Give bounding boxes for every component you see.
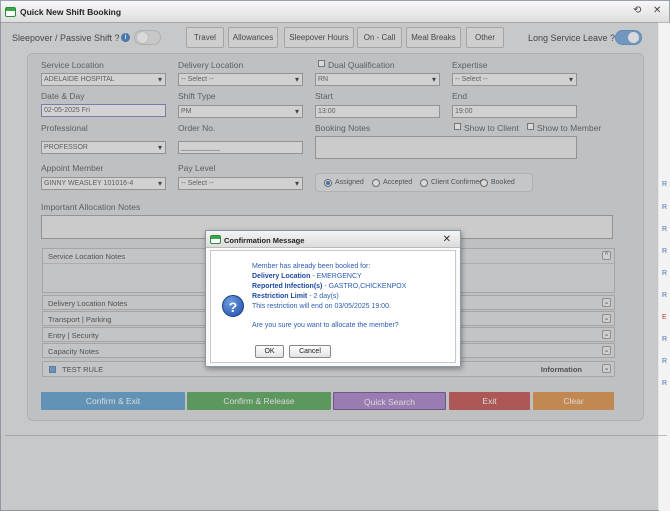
dialog-restriction-end: This restriction will end on 03/05/2025 … [252, 303, 391, 310]
side-strip-letter: R [662, 270, 668, 277]
cancel-button[interactable]: Cancel [289, 345, 331, 358]
dialog-title: Confirmation Message [224, 236, 305, 245]
side-strip-letter: R [662, 380, 668, 387]
side-strip-letter: E [662, 314, 667, 321]
dialog-delivery-label: Delivery Location [252, 273, 311, 280]
right-side-strip [659, 23, 670, 511]
window-app-icon [5, 7, 16, 17]
confirmation-dialog: Confirmation Message ✕ ? Member has alre… [205, 230, 461, 367]
question-icon: ? [222, 295, 244, 317]
dialog-titlebar: Confirmation Message ✕ [206, 231, 460, 248]
dialog-question: Are you sure you want to allocate the me… [252, 322, 399, 329]
side-strip-letter: R [662, 226, 668, 233]
window-close-icon[interactable]: ✕ [653, 5, 661, 16]
side-strip-letter: R [662, 358, 668, 365]
window-title: Quick New Shift Booking [20, 7, 122, 17]
dialog-delivery-value: - EMERGENCY [312, 273, 362, 280]
dialog-restriction-label: Restriction Limit [252, 293, 308, 300]
side-strip-letter: R [662, 292, 668, 299]
ok-button[interactable]: OK [255, 345, 284, 358]
side-strip-letter: R [662, 181, 668, 188]
dialog-infection-line: Reported Infection(s) - GASTRO,CHICKENPO… [252, 283, 406, 290]
side-strip-letter: R [662, 248, 668, 255]
dialog-infection-value: - GASTRO,CHICKENPOX [324, 283, 407, 290]
dialog-delivery-line: Delivery Location - EMERGENCY [252, 273, 362, 280]
dialog-restriction-line: Restriction Limit - 2 day(s) [252, 293, 339, 300]
dialog-body: ? Member has already been booked for: De… [210, 250, 456, 363]
side-strip-letter: R [662, 336, 668, 343]
dialog-infection-label: Reported Infection(s) [252, 283, 323, 290]
dialog-app-icon [210, 235, 221, 244]
dialog-close-icon[interactable]: ✕ [443, 234, 451, 245]
window-titlebar: Quick New Shift Booking ⟲ ✕ [1, 1, 669, 23]
dialog-message-intro: Member has already been booked for: [252, 263, 371, 270]
dialog-restriction-value: - 2 day(s) [309, 293, 339, 300]
side-strip-letter: R [662, 204, 668, 211]
restore-icon[interactable]: ⟲ [633, 5, 641, 16]
